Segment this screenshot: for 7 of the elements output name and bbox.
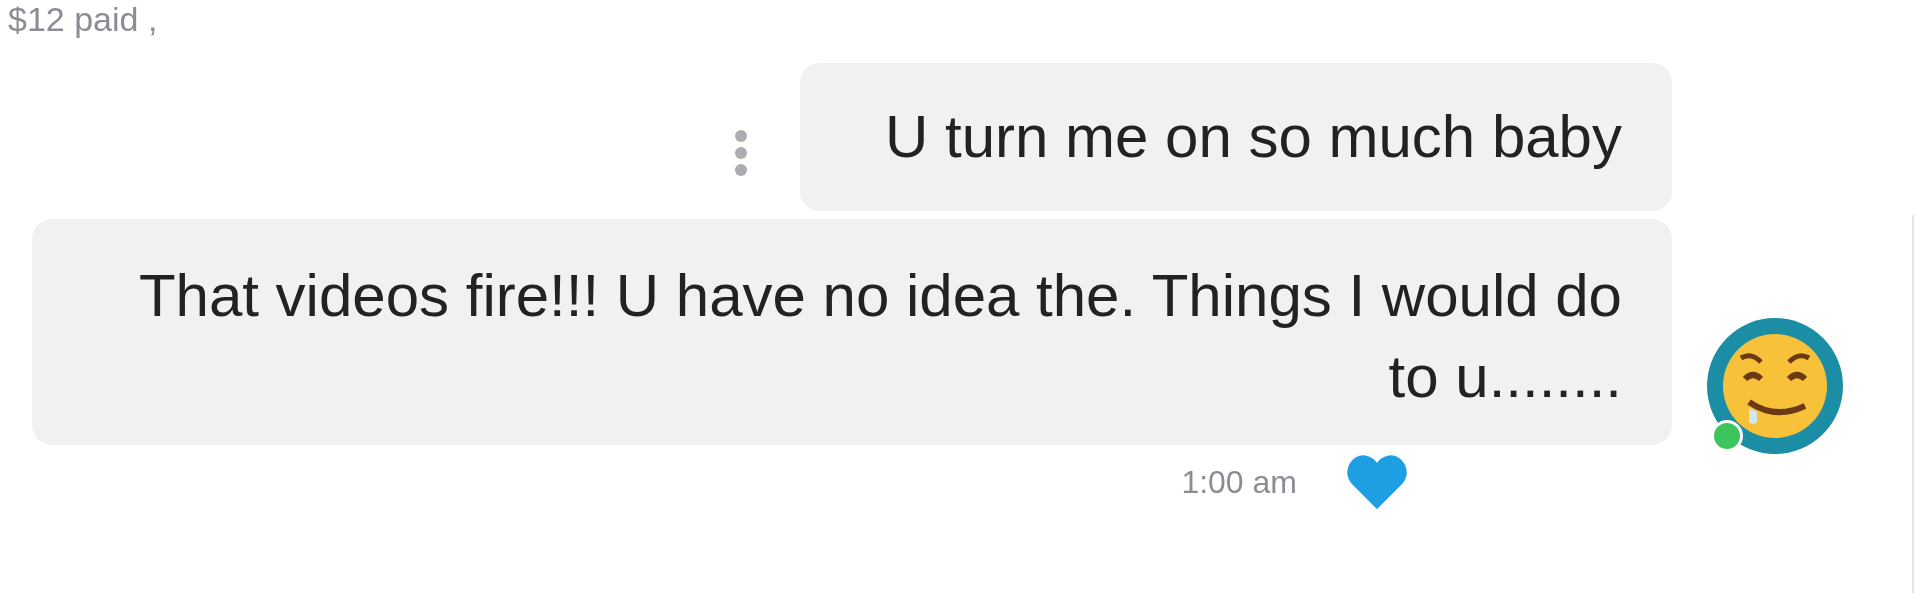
more-options-icon[interactable]	[734, 129, 748, 178]
message-bubble: That videos fire!!! U have no idea the. Things I would do to u........	[32, 219, 1672, 446]
avatar[interactable]	[1705, 316, 1845, 457]
like-icon[interactable]	[1347, 455, 1407, 510]
payment-status: $12 paid ,	[8, 0, 158, 40]
message-bubble: U turn me on so much baby	[800, 63, 1672, 212]
message-time: 1:00 am	[1181, 463, 1297, 503]
